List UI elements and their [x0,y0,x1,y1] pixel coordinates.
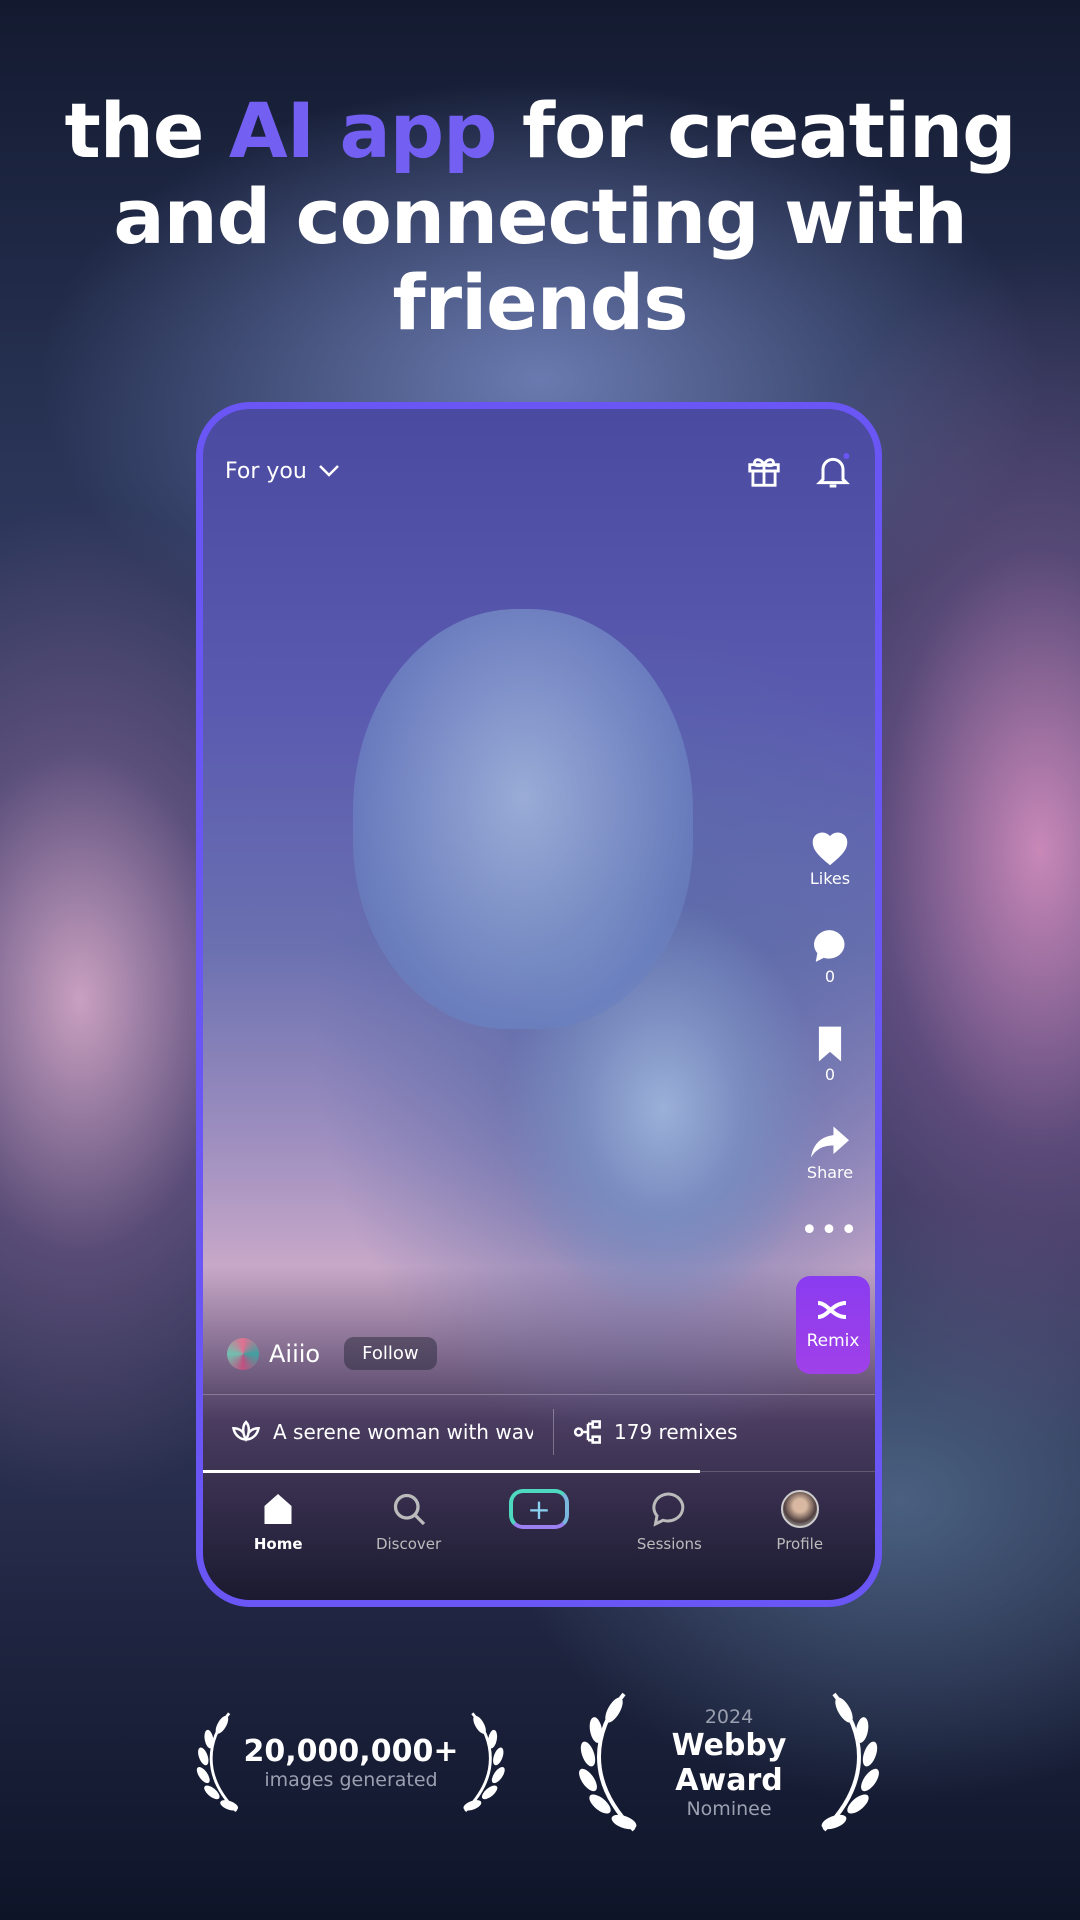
chat-bubble-icon [652,1492,685,1527]
share-label: Share [806,1163,854,1182]
nav-discover[interactable]: Discover [349,1489,469,1553]
author-row: Aiiio Follow [227,1337,437,1370]
artwork-image [353,609,693,1029]
divider [553,1409,554,1455]
award-images-generated: 20,000,000+ images generated [186,1690,516,1835]
nav-home[interactable]: Home [218,1489,338,1553]
nav-profile[interactable]: Profile [740,1489,860,1553]
laurel-right-icon [821,1692,879,1832]
headline-text: the [64,86,229,175]
divider [203,1394,875,1395]
nav-label: Profile [776,1535,824,1553]
saves-count: 0 [824,1065,836,1084]
profile-avatar [780,1490,819,1528]
remix-label: Remix [806,1331,860,1351]
nav-label: Sessions [636,1535,702,1553]
lotus-icon [232,1420,260,1442]
search-icon [393,1493,425,1526]
remix-button[interactable]: Remix [796,1276,870,1374]
nav-label: Discover [375,1535,442,1553]
headline: the AI app for creating and connecting w… [0,88,1080,346]
chevron-down-icon [318,465,339,477]
author-avatar[interactable] [227,1337,259,1370]
shuffle-icon [817,1301,847,1319]
phone-mockup: For you Likes 0 0 Share ••• Remix Aiiio … [196,402,882,1607]
plus-icon: + [508,1489,569,1529]
feed-selector-label: For you [225,458,307,484]
heart-icon [812,832,848,866]
laurel-right-icon [463,1712,506,1813]
award-year: 2024 [704,1705,754,1728]
share-button[interactable]: Share [795,1123,865,1182]
award-caption: images generated [264,1769,438,1791]
nav-label: Home [253,1535,303,1553]
gift-icon[interactable] [745,452,783,490]
feed-selector[interactable]: For you [225,459,341,484]
bottom-nav: Home Discover + Sessions Profile [203,1489,875,1553]
like-button[interactable]: Likes [795,829,865,888]
comments-count: 0 [824,967,836,986]
comment-icon [814,930,845,962]
remix-tree-icon [574,1420,601,1444]
prompt-text[interactable]: A serene woman with wav [273,1420,533,1444]
progress-bar [203,1470,701,1473]
nav-create[interactable]: + [479,1489,599,1553]
headline-accent: AI app [228,86,498,175]
top-bar: For you [225,449,853,493]
share-icon [811,1126,849,1158]
award-value: 20,000,000+ [243,1734,459,1769]
remixes-count[interactable]: 179 remixes [614,1420,738,1444]
bookmark-icon [818,1026,842,1062]
comment-button[interactable]: 0 [795,927,865,986]
bell-icon[interactable] [813,451,853,491]
save-button[interactable]: 0 [795,1025,865,1084]
author-name[interactable]: Aiiio [269,1340,320,1368]
laurel-left-icon [196,1712,239,1813]
follow-button[interactable]: Follow [344,1337,437,1370]
award-caption: Nominee [686,1797,772,1820]
award-webby: 2024 Webby Award Nominee [564,1690,894,1835]
home-icon [264,1494,292,1524]
nav-sessions[interactable]: Sessions [609,1489,729,1553]
award-value: Webby Award [671,1727,787,1798]
prompt-row: A serene woman with wav 179 remixes [231,1409,875,1455]
laurel-left-icon [579,1692,637,1832]
more-options-icon[interactable]: ••• [795,1216,865,1246]
likes-label: Likes [809,869,851,888]
